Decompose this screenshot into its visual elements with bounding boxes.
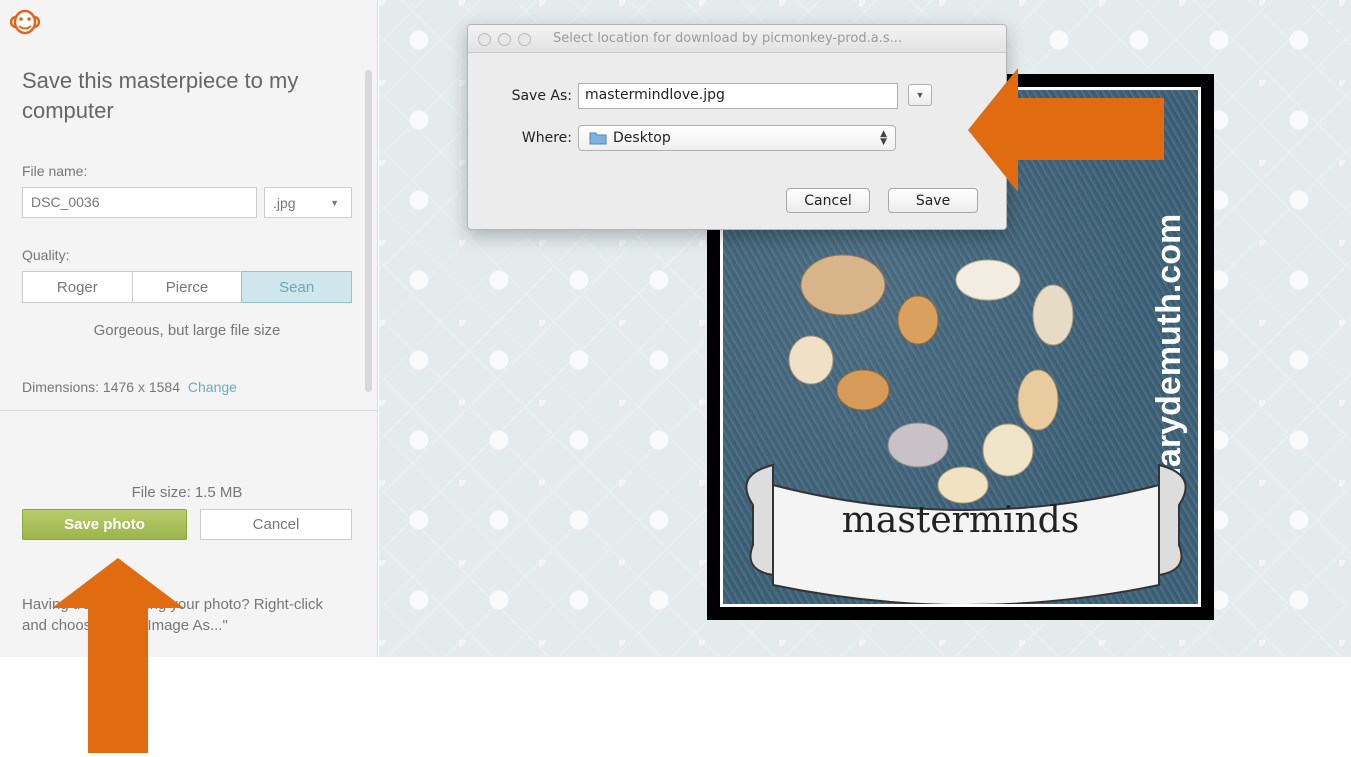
save-as-label: Save As: bbox=[511, 88, 572, 104]
dialog-save-button[interactable]: Save bbox=[888, 188, 978, 213]
file-extension-value: .jpg bbox=[273, 195, 296, 211]
cancel-button[interactable]: Cancel bbox=[200, 509, 352, 540]
where-label: Where: bbox=[521, 130, 572, 146]
change-dimensions-link[interactable]: Change bbox=[188, 379, 237, 395]
save-as-input[interactable]: mastermindlove.jpg bbox=[578, 83, 898, 109]
minimize-window-icon[interactable] bbox=[498, 33, 511, 46]
arrow-up-icon bbox=[52, 558, 184, 753]
dialog-title: Select location for download by picmonke… bbox=[553, 31, 903, 46]
where-select[interactable]: Desktop ▲ ▼ bbox=[578, 125, 896, 151]
quality-selector: Roger Pierce Sean bbox=[22, 271, 353, 303]
file-name-input[interactable]: DSC_0036 bbox=[22, 187, 257, 218]
quality-description: Gorgeous, but large file size bbox=[93, 322, 281, 339]
expand-dialog-button[interactable]: ▼ bbox=[908, 84, 932, 106]
panel-divider bbox=[0, 410, 377, 411]
monkey-logo-icon[interactable] bbox=[10, 8, 40, 36]
save-photo-button[interactable]: Save photo bbox=[22, 509, 187, 540]
up-down-chevron-icon: ▲ ▼ bbox=[880, 129, 887, 147]
quality-option-sean[interactable]: Sean bbox=[241, 271, 353, 303]
zoom-window-icon[interactable] bbox=[518, 33, 531, 46]
file-name-label: File name: bbox=[22, 163, 88, 179]
close-window-icon[interactable] bbox=[478, 33, 491, 46]
folder-icon bbox=[589, 132, 607, 145]
chevron-down-icon: ▼ bbox=[330, 198, 339, 208]
panel-title: Save this masterpiece to my computer bbox=[22, 68, 299, 123]
dimensions-value: 1476 x 1584 bbox=[102, 379, 180, 395]
dialog-titlebar: Select location for download by picmonke… bbox=[468, 25, 1006, 53]
scrollbar-thumb[interactable] bbox=[365, 70, 372, 392]
file-size-text: File size: 1.5 MB bbox=[131, 484, 243, 501]
where-value: Desktop bbox=[613, 130, 671, 146]
arrow-left-icon bbox=[968, 68, 1164, 192]
dimensions-row: Dimensions: 1476 x 1584 Change bbox=[22, 379, 237, 395]
save-file-dialog: Select location for download by picmonke… bbox=[467, 24, 1007, 230]
banner-text: masterminds bbox=[841, 500, 1080, 541]
quality-option-roger[interactable]: Roger bbox=[22, 271, 133, 303]
file-extension-select[interactable]: .jpg ▼ bbox=[264, 187, 352, 218]
quality-label: Quality: bbox=[22, 247, 70, 263]
chevron-down-icon: ▼ bbox=[915, 90, 925, 100]
dialog-cancel-button[interactable]: Cancel bbox=[786, 188, 870, 213]
dimensions-label: Dimensions: bbox=[22, 379, 100, 395]
quality-option-pierce[interactable]: Pierce bbox=[131, 271, 243, 303]
